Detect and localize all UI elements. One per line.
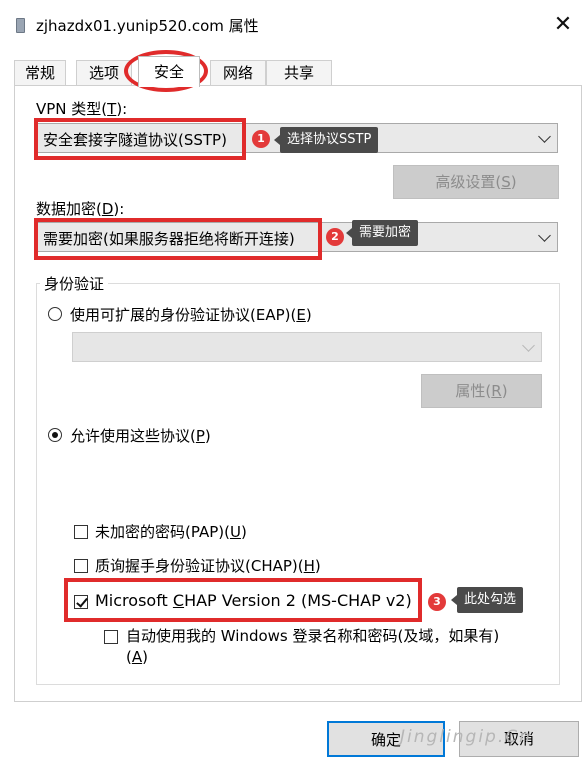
- chevron-down-icon: [522, 339, 535, 352]
- authentication-group-title: 身份验证: [40, 273, 109, 294]
- pap-label[interactable]: 未加密的密码(PAP)(U): [95, 521, 247, 542]
- chevron-down-icon: [538, 229, 551, 242]
- annotation-badge-2: 2: [326, 228, 344, 246]
- connection-icon: [16, 18, 25, 33]
- tab-sharing[interactable]: 共享: [266, 60, 332, 86]
- autologon-label-line1[interactable]: 自动使用我的 Windows 登录名称和密码(及域，如果有): [126, 625, 499, 646]
- autologon-checkbox[interactable]: [104, 630, 118, 644]
- advanced-settings-button[interactable]: 高级设置(S): [393, 165, 559, 199]
- encryption-highlight: [34, 218, 322, 260]
- tab-security[interactable]: 安全: [138, 56, 200, 87]
- watermark: Jinglingip.Cn: [400, 727, 532, 747]
- annotation-badge-3: 3: [428, 593, 446, 611]
- annotation-tip-1: 选择协议SSTP: [273, 127, 379, 153]
- vpn-type-highlight: [34, 118, 246, 160]
- window-title: zjhazdx01.yunip520.com 属性: [36, 17, 259, 35]
- eap-label[interactable]: 使用可扩展的身份验证协议(EAP)(E): [70, 304, 312, 325]
- annotation-tip-2: 需要加密: [345, 220, 419, 246]
- autologon-label-line2[interactable]: (A): [126, 648, 148, 666]
- eap-properties-button[interactable]: 属性(R): [421, 374, 542, 408]
- annotation-tip-3: 此处勾选: [450, 587, 524, 613]
- chap-checkbox[interactable]: [74, 559, 88, 573]
- mschapv2-highlight: [64, 578, 422, 622]
- annotation-badge-1: 1: [252, 130, 270, 148]
- eap-radio[interactable]: [48, 307, 62, 321]
- pap-checkbox[interactable]: [74, 525, 88, 539]
- allow-protocols-radio[interactable]: [48, 428, 62, 442]
- allow-protocols-label[interactable]: 允许使用这些协议(P): [70, 425, 211, 446]
- radio-selected-dot: [52, 432, 58, 438]
- tab-general[interactable]: 常规: [14, 60, 66, 86]
- eap-method-select[interactable]: [72, 332, 542, 362]
- close-icon[interactable]: ✕: [548, 12, 578, 38]
- tab-network[interactable]: 网络: [210, 60, 266, 86]
- encryption-label: 数据加密(D):: [36, 200, 125, 218]
- vpn-type-label: VPN 类型(T):: [36, 100, 128, 118]
- chevron-down-icon: [538, 130, 551, 143]
- chap-label[interactable]: 质询握手身份验证协议(CHAP)(H): [95, 555, 321, 576]
